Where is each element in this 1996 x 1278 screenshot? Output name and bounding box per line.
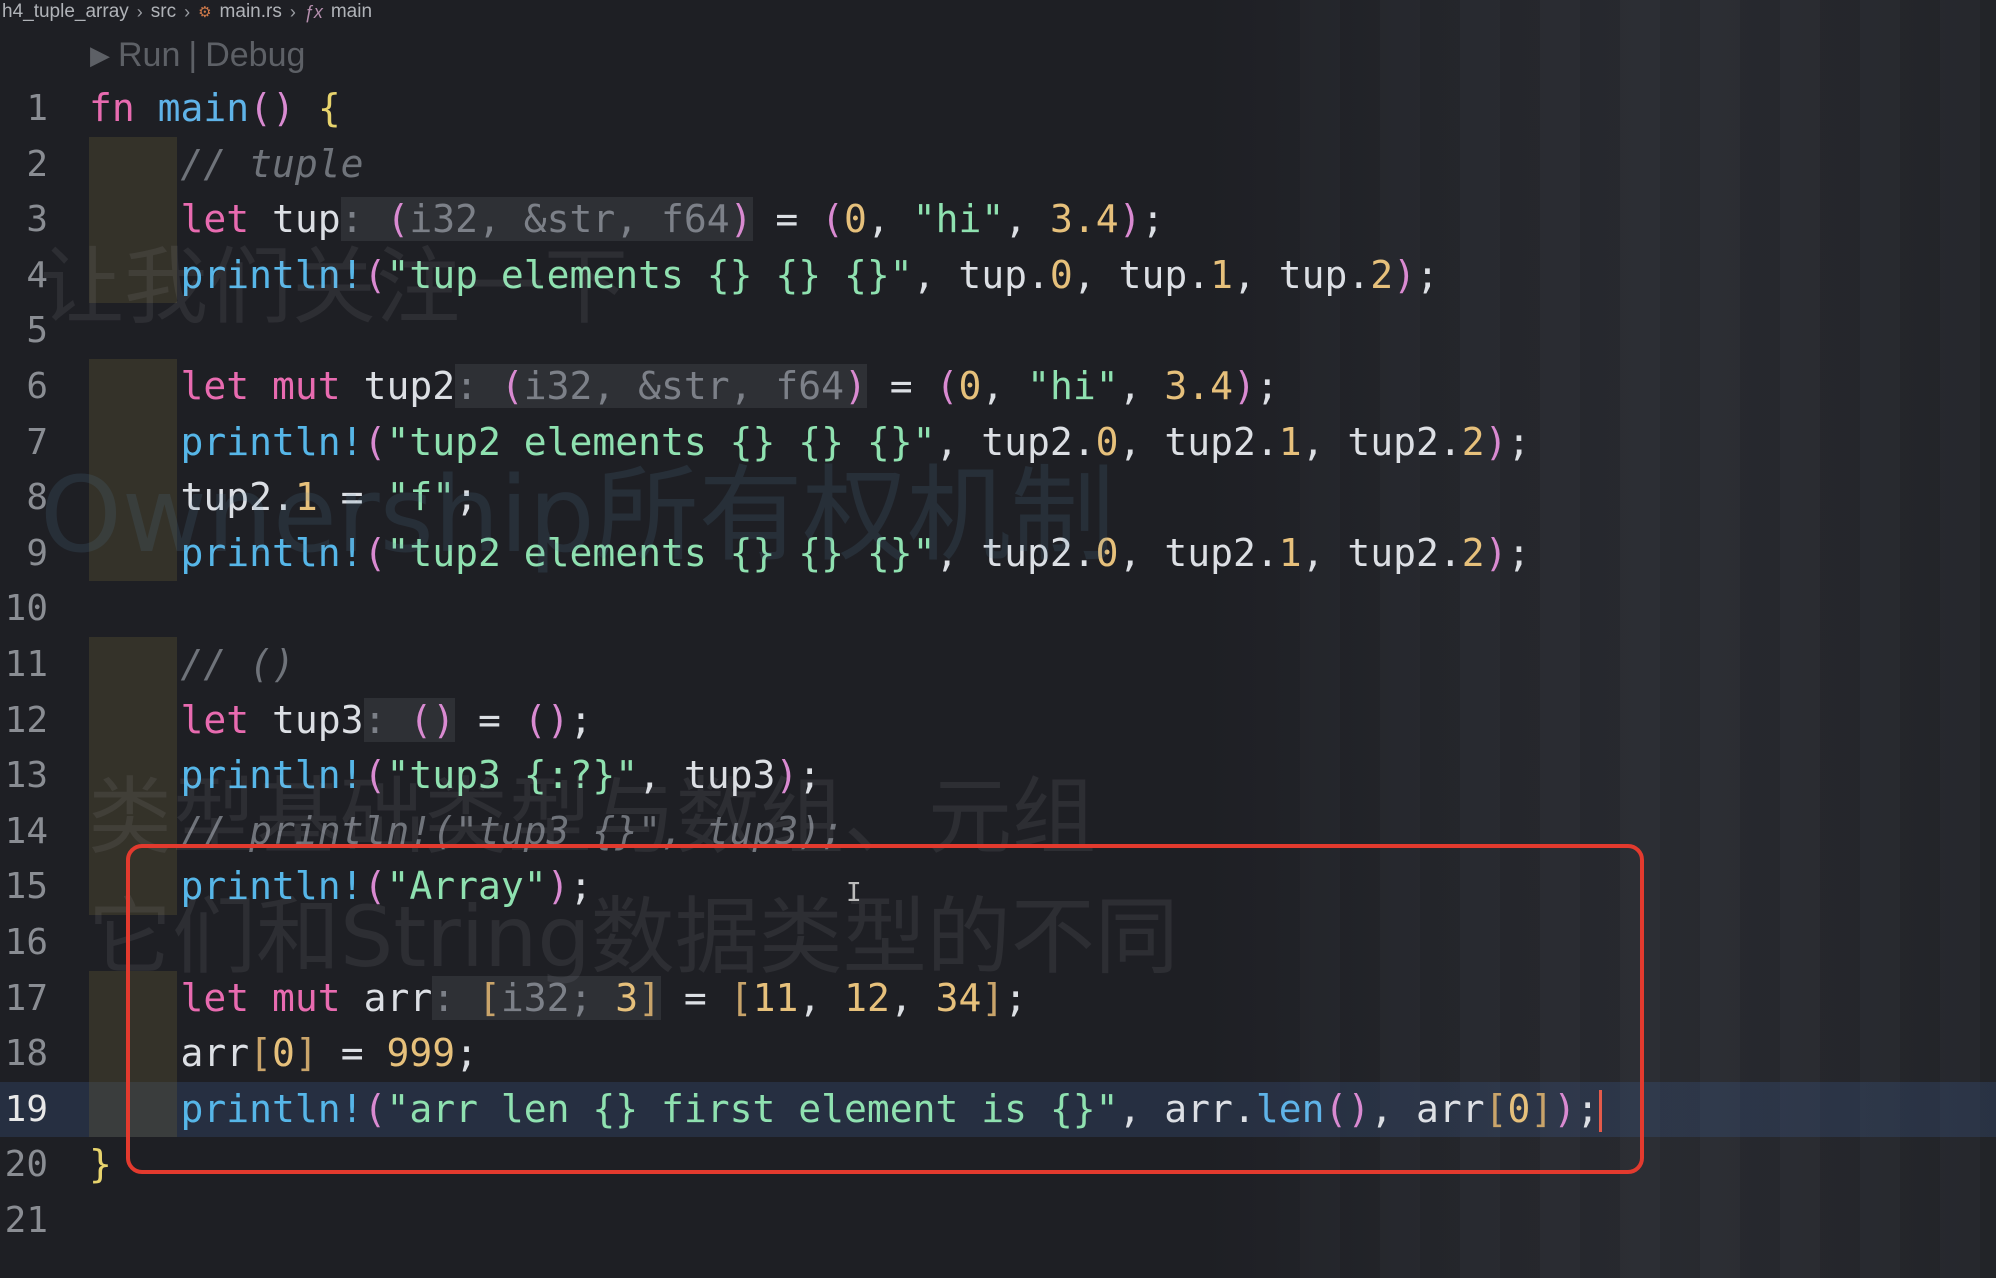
code-text: let mut tup2: (i32, &str, f64) = (0, "hi…: [180, 363, 1279, 408]
code-line[interactable]: 6 let mut tup2: (i32, &str, f64) = (0, "…: [0, 358, 1996, 415]
code-text: // (): [180, 641, 295, 686]
code-line[interactable]: 2 // tuple: [0, 136, 1996, 193]
code-text: // tuple: [180, 141, 364, 186]
function-icon: ƒx: [303, 1, 323, 22]
line-number: 9: [26, 532, 48, 574]
line-number: 6: [26, 365, 48, 407]
line-number: 15: [4, 866, 48, 908]
codelens-debug[interactable]: Debug: [205, 36, 305, 75]
code-text: println!("tup elements {} {} {}", tup.0,…: [180, 252, 1439, 297]
annotation-highlight-box: [126, 844, 1644, 1174]
codelens: ▶ Run | Debug: [90, 30, 305, 80]
line-number: 11: [4, 643, 48, 685]
code-line[interactable]: 8 tup2.1 = "f";: [0, 470, 1996, 526]
code-text: fn main() {: [89, 86, 341, 130]
line-number: 16: [4, 921, 48, 963]
breadcrumb-src[interactable]: src: [151, 1, 176, 23]
code-text: tup2.1 = "f";: [89, 475, 478, 520]
code-line[interactable]: 11 // (): [0, 636, 1996, 693]
code-line[interactable]: 9 println!("tup2 elements {} {} {}", tup…: [0, 525, 1996, 582]
line-number: 7: [26, 421, 48, 463]
line-number: 5: [26, 310, 48, 352]
line-number: 19: [4, 1088, 48, 1130]
codelens-run[interactable]: Run: [118, 36, 180, 75]
breadcrumb-folder[interactable]: h4_tuple_array: [2, 1, 129, 23]
code-text: }: [89, 1142, 112, 1187]
code-text: println!("tup2 elements {} {} {}", tup2.…: [180, 530, 1531, 575]
line-number: 21: [4, 1199, 48, 1241]
line-number: 20: [4, 1144, 48, 1186]
code-line[interactable]: 13 println!("tup3 {:?}", tup3);: [0, 748, 1996, 804]
breadcrumb: h4_tuple_array › src › ⚙ main.rs › ƒx ma…: [0, 0, 1996, 24]
rust-file-icon: ⚙: [198, 4, 212, 21]
chevron-right-icon: ›: [289, 1, 296, 22]
code-line[interactable]: 12 let tup3: () = ();: [0, 692, 1996, 749]
chevron-right-icon: ›: [184, 1, 191, 22]
chevron-right-icon: ›: [136, 1, 143, 22]
line-number: 12: [4, 699, 48, 741]
line-number: 10: [4, 588, 48, 630]
code-line[interactable]: 3 let tup: (i32, &str, f64) = (0, "hi", …: [0, 192, 1996, 248]
code-line[interactable]: 7 println!("tup2 elements {} {} {}", tup…: [0, 414, 1996, 471]
line-number: 13: [4, 755, 48, 797]
code-line[interactable]: 5: [0, 303, 1996, 359]
line-number: 1: [26, 88, 48, 129]
play-icon: ▶: [90, 39, 110, 70]
line-number: 3: [26, 199, 48, 241]
breadcrumb-symbol[interactable]: main: [331, 1, 372, 23]
code-line[interactable]: 21: [0, 1193, 1996, 1249]
code-line[interactable]: 4 println!("tup elements {} {} {}", tup.…: [0, 247, 1996, 304]
codelens-separator: |: [188, 35, 198, 74]
code-text: let tup3: () = ();: [180, 697, 593, 742]
breadcrumb-file[interactable]: main.rs: [220, 1, 282, 23]
code-line[interactable]: 10: [0, 581, 1996, 637]
line-number: 14: [4, 810, 48, 852]
code-text: println!("tup3 {:?}", tup3);: [180, 753, 822, 798]
line-number: 4: [26, 254, 48, 296]
code-text: println!("tup2 elements {} {} {}", tup2.…: [180, 419, 1531, 464]
line-number: 17: [4, 977, 48, 1019]
text-cursor-icon: I: [846, 878, 862, 908]
line-number: 18: [4, 1033, 48, 1075]
code-text: let tup: (i32, &str, f64) = (0, "hi", 3.…: [180, 197, 1165, 242]
code-line[interactable]: 1 fn main() {: [0, 81, 1996, 137]
line-number: 2: [26, 143, 48, 185]
line-number: 8: [26, 477, 48, 519]
